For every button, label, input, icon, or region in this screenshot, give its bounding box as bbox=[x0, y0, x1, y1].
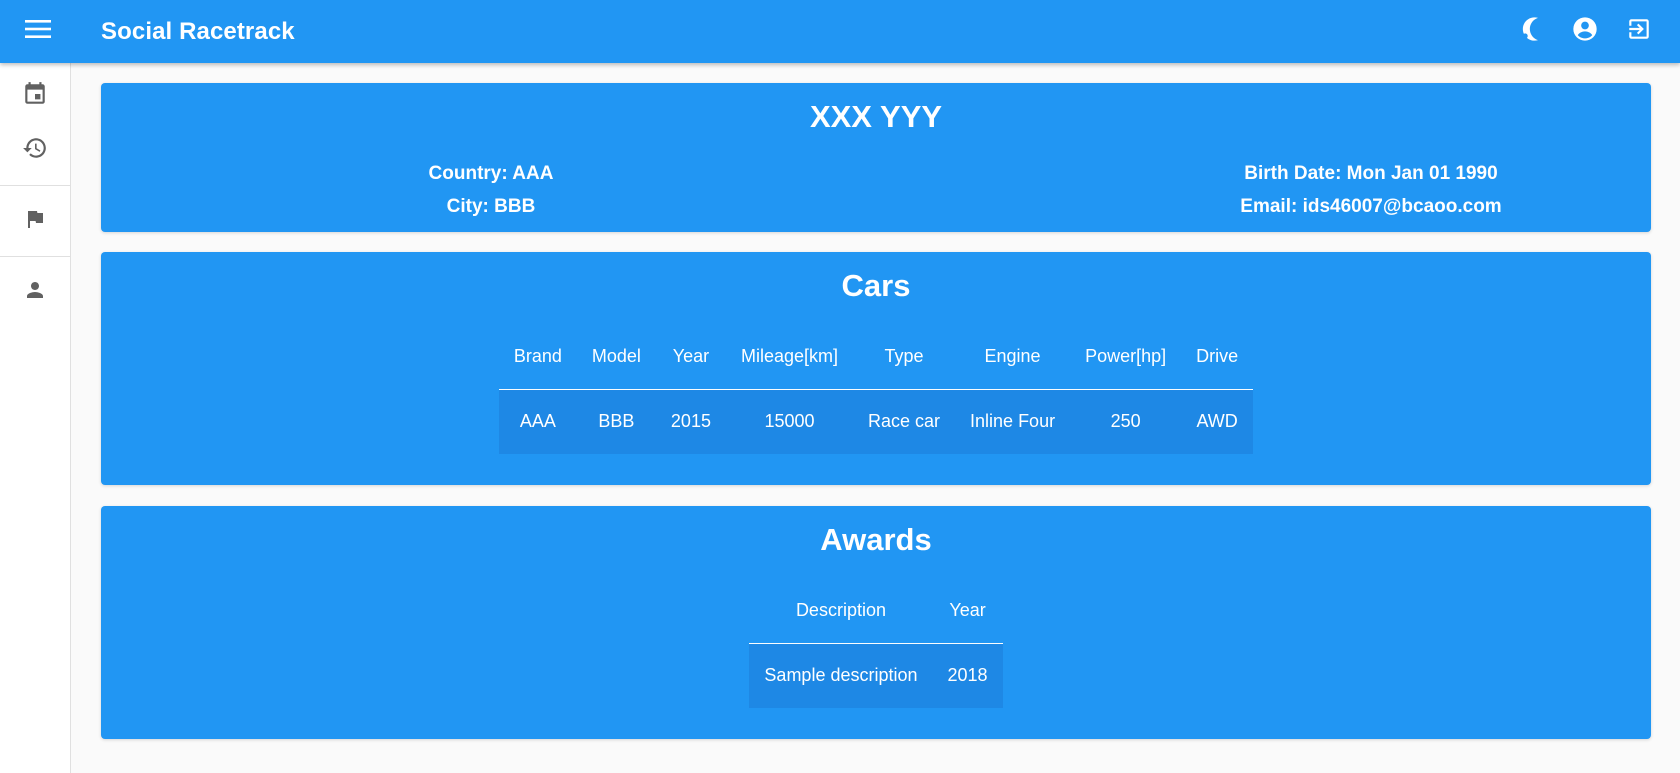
profile-birth-date: Birth Date: Mon Jan 01 1990 bbox=[1244, 163, 1498, 184]
table-header-row: Brand Model Year Mileage[km] Type Engine… bbox=[498, 324, 1254, 390]
app-title: Social Racetrack bbox=[101, 17, 295, 45]
cars-title: Cars bbox=[841, 268, 911, 303]
column-header-mileage[interactable]: Mileage[km] bbox=[725, 324, 853, 390]
flag-icon bbox=[23, 207, 47, 236]
sidebar-item-races[interactable] bbox=[0, 194, 70, 248]
profile-email: Email: ids46007@bcaoo.com bbox=[1240, 196, 1502, 217]
history-icon bbox=[22, 135, 48, 166]
sidebar-divider bbox=[0, 185, 70, 186]
profile-name: XXX YYY bbox=[809, 99, 943, 134]
theme-toggle-button[interactable] bbox=[1504, 5, 1558, 59]
calendar-icon bbox=[22, 81, 48, 112]
app-bar: Social Racetrack bbox=[0, 0, 1680, 63]
column-header-type[interactable]: Type bbox=[853, 324, 956, 390]
menu-icon bbox=[25, 19, 51, 44]
table-header-row: Description Year bbox=[749, 578, 1003, 644]
cell-mileage: 15000 bbox=[725, 389, 853, 454]
column-header-drive[interactable]: Drive bbox=[1181, 324, 1254, 390]
column-header-year[interactable]: Year bbox=[932, 578, 1003, 644]
column-header-power[interactable]: Power[hp] bbox=[1070, 324, 1182, 390]
table-row[interactable]: AAA BBB 2015 15000 Race car Inline Four … bbox=[498, 389, 1254, 454]
exit-to-app-icon bbox=[1626, 16, 1652, 47]
cell-power: 250 bbox=[1070, 389, 1182, 454]
awards-title: Awards bbox=[820, 522, 932, 557]
account-circle-icon bbox=[1571, 15, 1599, 48]
column-header-year[interactable]: Year bbox=[655, 324, 726, 390]
cars-card: Cars Brand Model Year Mileage[km] Type E… bbox=[101, 252, 1651, 485]
moon-icon bbox=[1517, 15, 1545, 48]
cell-model: BBB bbox=[576, 389, 656, 454]
column-header-brand[interactable]: Brand bbox=[498, 324, 577, 390]
sidebar-item-history[interactable] bbox=[0, 123, 70, 177]
main-content: XXX YYY Country: AAA City: BBB Birth Dat… bbox=[101, 83, 1651, 739]
profile-city: City: BBB bbox=[446, 196, 536, 217]
awards-table: Description Year Sample description 2018 bbox=[749, 578, 1003, 708]
nav-sidebar bbox=[0, 63, 71, 773]
cell-type: Race car bbox=[853, 389, 956, 454]
column-header-engine[interactable]: Engine bbox=[955, 324, 1071, 390]
table-row[interactable]: Sample description 2018 bbox=[749, 643, 1003, 708]
sidebar-item-profile[interactable] bbox=[0, 265, 70, 319]
person-icon bbox=[23, 278, 47, 307]
cell-drive: AWD bbox=[1181, 389, 1254, 454]
cell-description: Sample description bbox=[749, 643, 933, 708]
logout-button[interactable] bbox=[1612, 5, 1666, 59]
cell-year: 2015 bbox=[655, 389, 726, 454]
sidebar-divider bbox=[0, 256, 70, 257]
profile-country: Country: AAA bbox=[428, 163, 554, 184]
profile-info-left: Country: AAA City: BBB bbox=[281, 157, 701, 223]
cell-engine: Inline Four bbox=[955, 389, 1071, 454]
cell-year: 2018 bbox=[932, 643, 1003, 708]
menu-button[interactable] bbox=[0, 0, 76, 63]
column-header-model[interactable]: Model bbox=[576, 324, 656, 390]
appbar-actions bbox=[1504, 5, 1666, 59]
profile-info-right: Birth Date: Mon Jan 01 1990 Email: ids46… bbox=[1031, 157, 1680, 223]
sidebar-item-calendar[interactable] bbox=[0, 69, 70, 123]
account-button[interactable] bbox=[1558, 5, 1612, 59]
awards-card: Awards Description Year Sample descripti… bbox=[101, 506, 1651, 739]
profile-card: XXX YYY Country: AAA City: BBB Birth Dat… bbox=[101, 83, 1651, 232]
cell-brand: AAA bbox=[498, 389, 577, 454]
cars-table: Brand Model Year Mileage[km] Type Engine… bbox=[498, 324, 1254, 454]
column-header-description[interactable]: Description bbox=[749, 578, 933, 644]
